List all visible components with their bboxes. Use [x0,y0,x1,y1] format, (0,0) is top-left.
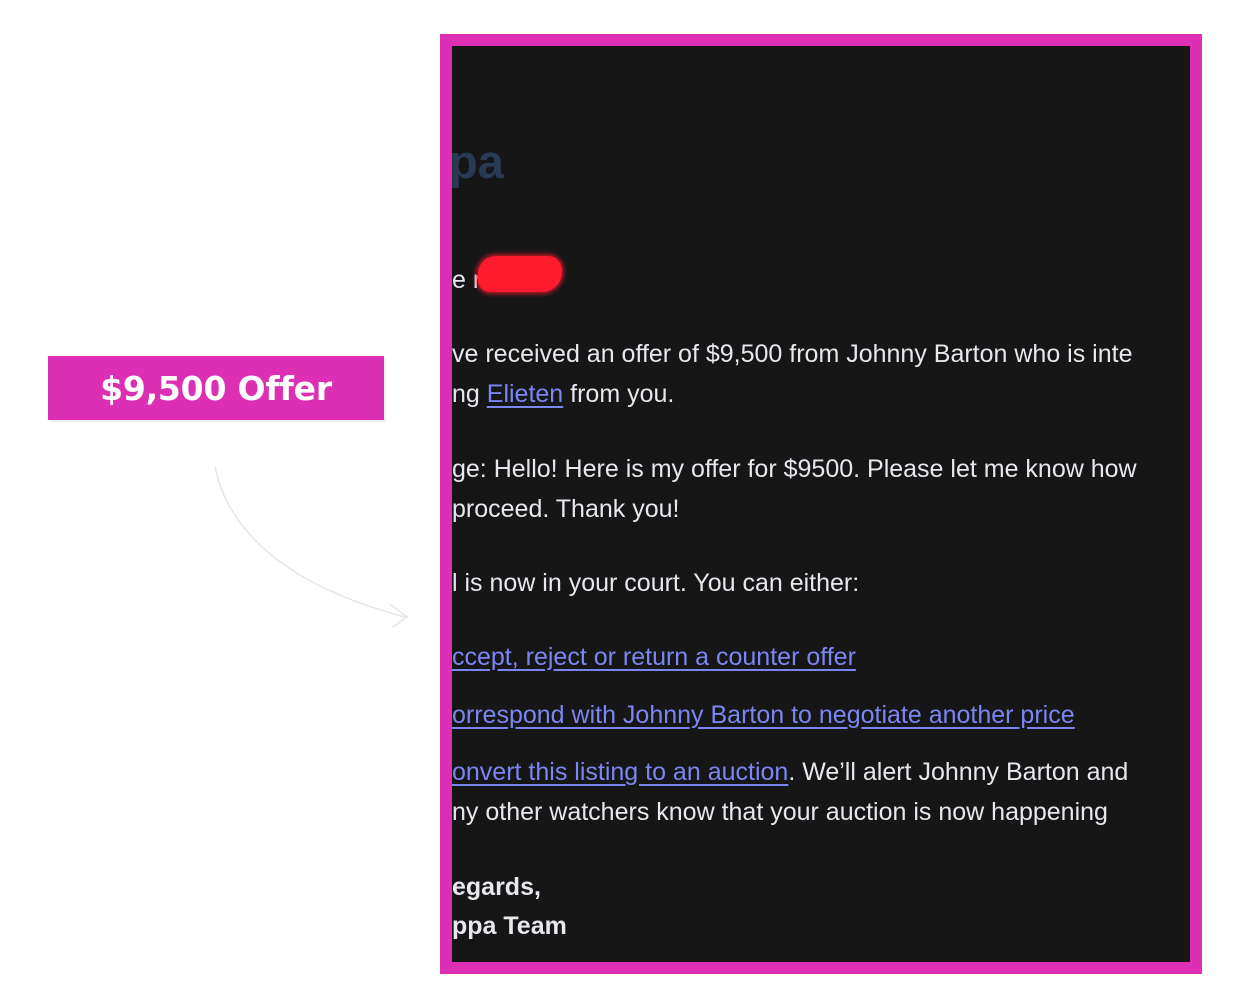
brand-logo-fragment: pa [449,135,504,188]
option-correspond: orrespond with Johnny Barton to negotiat… [452,695,1075,735]
offer-text-prefix: ng [452,380,487,408]
email-screenshot-frame: pa e r ve received an offer of $9,500 fr… [440,34,1202,974]
offer-badge: $9,500 Offer [48,356,384,420]
listing-link[interactable]: Elieten [487,380,563,408]
offer-text-suffix: from you. [563,380,675,408]
offer-text-line-2: ng Elieten from you. [452,374,674,414]
option-convert-suffix: . We’ll alert Johnny Barton and [788,758,1129,786]
email-body: pa e r ve received an offer of $9,500 fr… [452,46,1190,962]
offer-text-line-1: ve received an offer of $9,500 from John… [452,340,1133,368]
hand-drawn-arrow-icon [214,466,408,628]
signoff-line-2: ppa Team [452,912,567,940]
court-line: l is now in your court. You can either: [452,569,860,597]
option-convert: onvert this listing to an auction. We’ll… [452,752,1128,792]
accept-reject-counter-link[interactable]: ccept, reject or return a counter offer [452,643,856,671]
signoff-line-1: egards, [452,873,541,901]
greeting-line: e r [452,266,482,294]
convert-to-auction-link[interactable]: onvert this listing to an auction [452,758,788,786]
option-convert-line-2: ny other watchers know that your auction… [452,798,1108,826]
message-line-2: proceed. Thank you! [452,495,680,523]
correspond-buyer-link[interactable]: orrespond with Johnny Barton to negotiat… [452,701,1075,729]
redacted-name [478,256,562,292]
offer-badge-label: $9,500 Offer [100,368,332,408]
message-line-1: ge: Hello! Here is my offer for $9500. P… [452,455,1137,483]
option-accept: ccept, reject or return a counter offer [452,637,856,677]
